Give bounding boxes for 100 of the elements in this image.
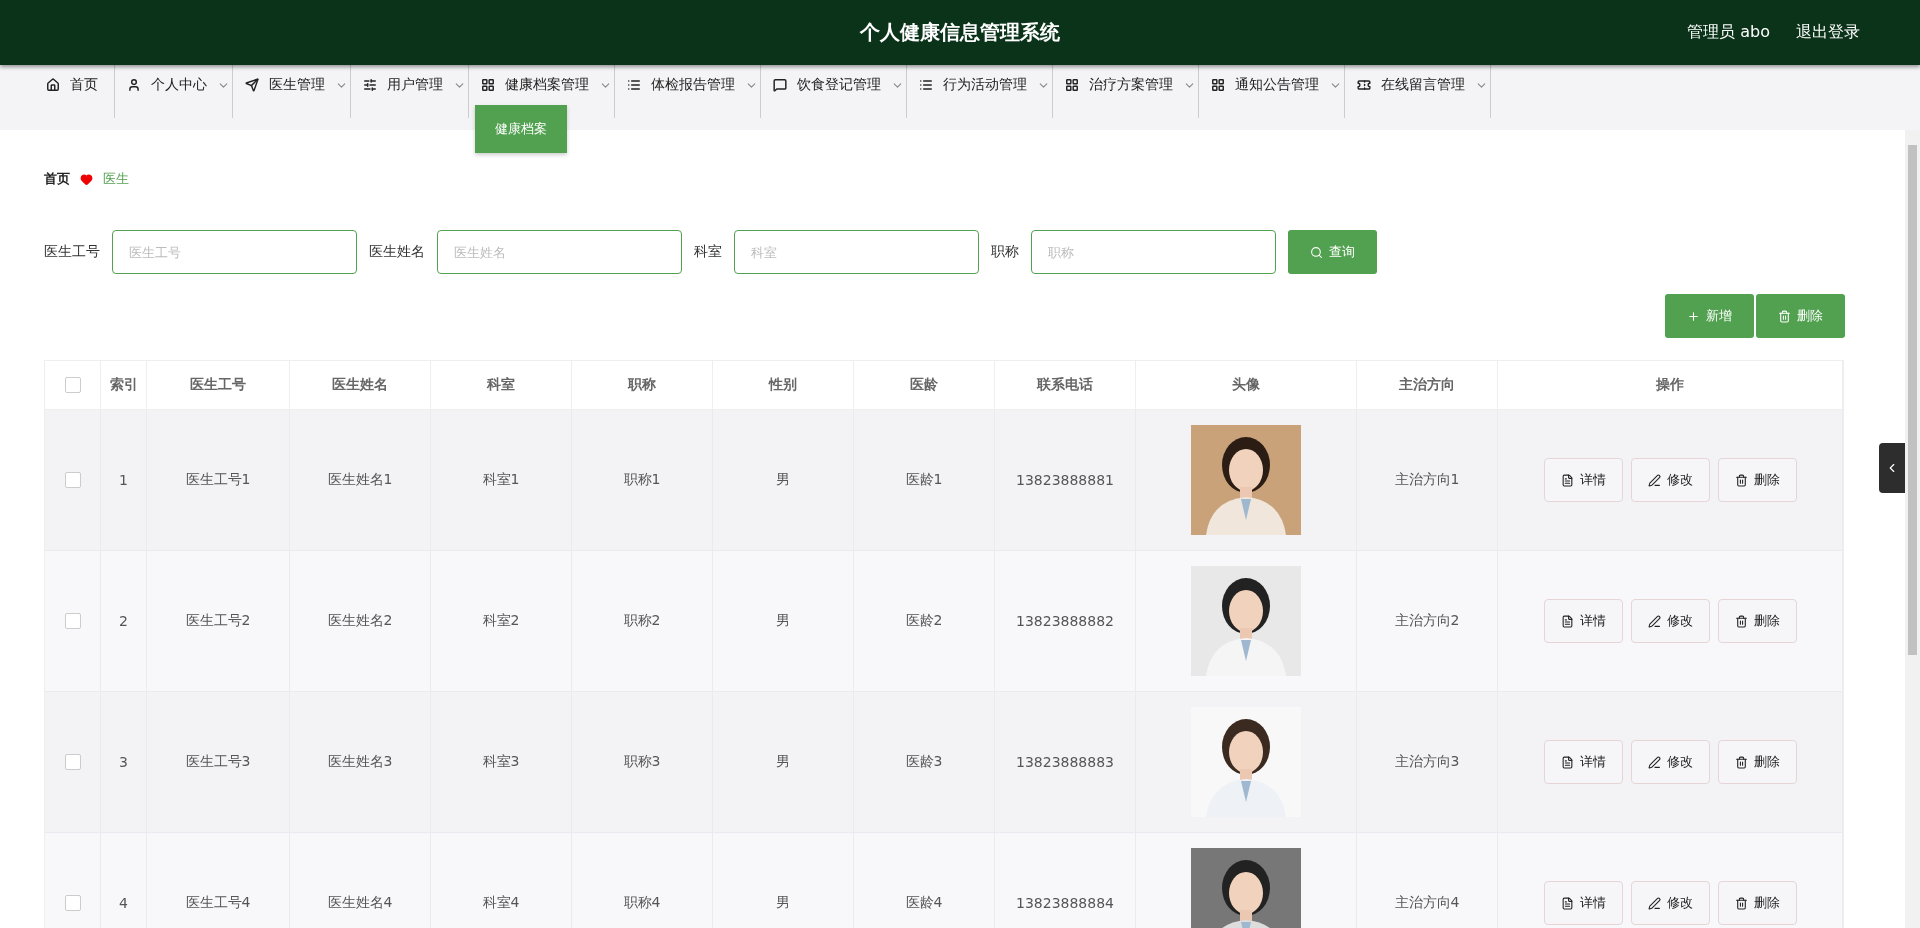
breadcrumb-link[interactable]: 首页 (44, 170, 70, 188)
table-cell: 职称2 (572, 551, 713, 691)
search-field[interactable]: 医生工号 (112, 230, 357, 274)
checkbox[interactable] (64, 377, 81, 393)
table-cell: 男 (713, 410, 854, 550)
table-cell: 医生姓名1 (290, 410, 431, 550)
checkbox[interactable] (64, 613, 81, 629)
search-field[interactable]: 科室 (734, 230, 979, 274)
nav-menu-item[interactable]: 首页 (34, 65, 114, 105)
search-field[interactable]: 职称 (1031, 230, 1276, 274)
grid-icon (1065, 78, 1079, 92)
edit-button[interactable]: 修改 (1630, 458, 1710, 502)
sliders-icon (363, 78, 377, 92)
chat-icon (773, 78, 787, 92)
nav-menu-item[interactable]: 用户管理 (351, 65, 468, 105)
trash-icon (1734, 896, 1748, 910)
table-cell: 医生姓名4 (290, 833, 431, 928)
pen-icon (1647, 614, 1661, 628)
table-cell: 2 (101, 551, 147, 691)
column-header: 索引 (101, 361, 147, 409)
trash-icon (1734, 614, 1748, 628)
ticket-icon (1357, 78, 1371, 92)
column-header: 医生工号 (147, 361, 290, 409)
person-icon (127, 78, 141, 92)
table-cell: 4 (101, 833, 147, 928)
column-header: 性别 (713, 361, 854, 409)
nav-menu-item[interactable]: 个人中心 (115, 65, 232, 105)
edit-button[interactable]: 修改 (1630, 740, 1710, 784)
user-name: 管理员 abo (1687, 22, 1770, 43)
field-label: 医生工号 (44, 243, 100, 261)
table-cell: 职称1 (572, 410, 713, 550)
table-cell: 13823888881 (995, 410, 1136, 550)
trash-icon (1778, 309, 1791, 323)
table-cell: 13823888884 (995, 833, 1136, 928)
table-cell: 科室1 (431, 410, 572, 550)
table-cell: 科室4 (431, 833, 572, 928)
table-cell: 男 (713, 833, 854, 928)
column-header: 医生姓名 (290, 361, 431, 409)
table-cell: 主治方向1 (1357, 410, 1498, 550)
detail-button[interactable]: 详情 (1543, 599, 1623, 643)
edit-button[interactable]: 修改 (1630, 599, 1710, 643)
pen-icon (1647, 755, 1661, 769)
table-cell: 职称4 (572, 833, 713, 928)
column-header: 操作 (1498, 361, 1843, 409)
table-cell: 男 (713, 692, 854, 832)
column-header: 职称 (572, 361, 713, 409)
column-header: 科室 (431, 361, 572, 409)
delete-button[interactable]: 删除 (1717, 740, 1797, 784)
scrollbar-thumb[interactable] (1908, 145, 1917, 655)
column-header: 头像 (1136, 361, 1357, 409)
field-label: 职称 (991, 243, 1019, 261)
nav-menu-item[interactable]: 医生管理 (233, 65, 350, 105)
table-cell: 医生工号3 (147, 692, 290, 832)
checkbox[interactable] (64, 472, 81, 488)
document-icon (1560, 896, 1574, 910)
column-header: 主治方向 (1357, 361, 1498, 409)
table-cell: 主治方向2 (1357, 551, 1498, 691)
table-cell: 职称3 (572, 692, 713, 832)
field-label: 科室 (694, 243, 722, 261)
checkbox[interactable] (64, 754, 81, 770)
document-icon (1560, 614, 1574, 628)
nav-menu-item[interactable]: 体检报告管理 (615, 65, 760, 105)
column-header: 医龄 (854, 361, 995, 409)
delete-button[interactable]: 删除 (1717, 881, 1797, 925)
table-cell: 13823888883 (995, 692, 1136, 832)
trash-icon (1734, 473, 1748, 487)
table-cell: 医龄4 (854, 833, 995, 928)
search-field[interactable]: 医生姓名 (437, 230, 682, 274)
grid-icon (481, 78, 495, 92)
table-cell: 科室3 (431, 692, 572, 832)
detail-button[interactable]: 详情 (1543, 881, 1623, 925)
table-cell: 医龄2 (854, 551, 995, 691)
detail-button[interactable]: 详情 (1543, 740, 1623, 784)
nav-menu-item[interactable]: 健康档案管理 (469, 65, 614, 105)
nav-menu-item[interactable]: 治疗方案管理 (1053, 65, 1198, 105)
heart-icon (80, 172, 93, 186)
table-cell: 医生姓名3 (290, 692, 431, 832)
table-cell: 主治方向3 (1357, 692, 1498, 832)
checkbox[interactable] (64, 895, 81, 911)
detail-button[interactable]: 详情 (1543, 458, 1623, 502)
nav-menu-item[interactable]: 行为活动管理 (907, 65, 1052, 105)
delete-button[interactable]: 删除 (1717, 458, 1797, 502)
list-icon (919, 78, 933, 92)
side-toggle-button[interactable] (1879, 443, 1905, 493)
trash-icon (1734, 755, 1748, 769)
delete-button[interactable]: 删除 (1717, 599, 1797, 643)
nav-menu-item[interactable]: 在线留言管理 (1345, 65, 1490, 105)
document-icon (1560, 755, 1574, 769)
logout-link[interactable]: 退出登录 (1796, 22, 1860, 43)
nav-menu-item[interactable]: 饮食登记管理 (761, 65, 906, 105)
table-cell: 1 (101, 410, 147, 550)
table-cell: 3 (101, 692, 147, 832)
nav-menu-item[interactable]: 通知公告管理 (1199, 65, 1344, 105)
table-cell: 医生工号2 (147, 551, 290, 691)
home-icon (46, 78, 60, 92)
grid-icon (1211, 78, 1225, 92)
edit-button[interactable]: 修改 (1630, 881, 1710, 925)
plus-icon (1687, 309, 1700, 323)
table-cell: 医龄1 (854, 410, 995, 550)
column-header: 联系电话 (995, 361, 1136, 409)
